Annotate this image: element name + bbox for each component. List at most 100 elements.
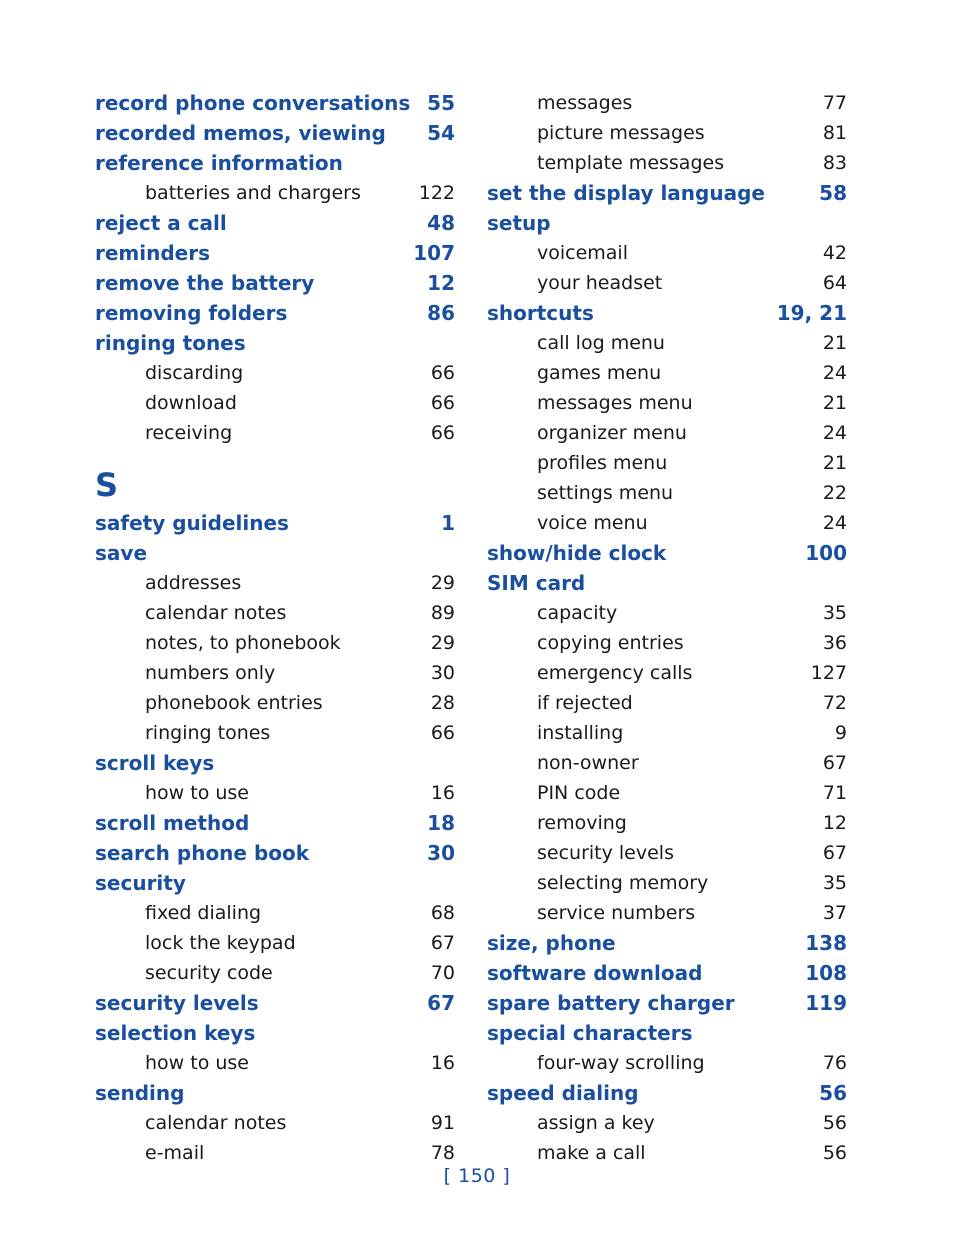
index-entry-page-number: 35	[822, 602, 847, 624]
dot-leader	[621, 934, 804, 950]
index-entry-sub[interactable]: fixed dialing 68	[95, 898, 455, 928]
dot-leader	[660, 1113, 821, 1129]
index-entry-sub[interactable]: copying entries 36	[487, 628, 847, 658]
index-entry-page-number: 67	[430, 932, 455, 954]
index-entry-sub[interactable]: receiving 66	[95, 418, 455, 448]
index-entry-label: lock the keypad	[145, 932, 296, 954]
index-entry-sub[interactable]: messages menu 21	[487, 388, 847, 418]
index-entry-page-number: 56	[822, 1112, 847, 1134]
index-entry-sub[interactable]: selecting memory 35	[487, 868, 847, 898]
index-entry-page-number: 119	[805, 991, 847, 1015]
index-entry-main[interactable]: scroll method 18	[95, 808, 455, 838]
index-entry-sub[interactable]: messages 77	[487, 88, 847, 118]
index-entry-main[interactable]: reference information	[95, 148, 455, 178]
index-entry-sub[interactable]: how to use 16	[95, 778, 455, 808]
index-entry-main[interactable]: set the display language 58	[487, 178, 847, 208]
index-entry-page-number: 77	[822, 92, 847, 114]
index-entry-page-number: 56	[819, 1081, 847, 1105]
index-entry-sub[interactable]: calendar notes 91	[95, 1108, 455, 1138]
index-entry-main[interactable]: show/hide clock 100	[487, 538, 847, 568]
dot-leader	[666, 363, 821, 379]
index-entry-sub[interactable]: batteries and chargers 122	[95, 178, 455, 208]
index-entry-main[interactable]: removing folders 86	[95, 298, 455, 328]
index-column-right: messages 77 picture messages 81 template mes…	[487, 88, 847, 1168]
index-entry-sub[interactable]: ringing tones 66	[95, 718, 455, 748]
index-entry-label: numbers only	[145, 662, 276, 684]
index-entry-main[interactable]: speed dialing 56	[487, 1078, 847, 1108]
dot-leader	[291, 603, 428, 619]
index-entry-main[interactable]: spare battery charger 119	[487, 988, 847, 1018]
index-entry-label: search phone book	[95, 841, 310, 865]
index-entry-sub[interactable]: profiles menu 21	[487, 448, 847, 478]
index-entry-sub[interactable]: addresses 29	[95, 568, 455, 598]
index-entry-sub[interactable]: four-way scrolling 76	[487, 1048, 847, 1078]
index-entry-page-number: 55	[427, 91, 455, 115]
index-entry-sub[interactable]: picture messages 81	[487, 118, 847, 148]
index-entry-sub[interactable]: capacity 35	[487, 598, 847, 628]
index-entry-sub[interactable]: assign a key 56	[487, 1108, 847, 1138]
index-entry-main[interactable]: SIM card	[487, 568, 847, 598]
index-entry-main[interactable]: special characters	[487, 1018, 847, 1048]
index-entry-sub[interactable]: phonebook entries 28	[95, 688, 455, 718]
index-entry-label: security levels	[537, 842, 674, 864]
index-entry-main[interactable]: reminders 107	[95, 238, 455, 268]
dot-leader	[191, 874, 453, 890]
index-entry-sub[interactable]: numbers only 30	[95, 658, 455, 688]
index-entry-sub[interactable]: emergency calls 127	[487, 658, 847, 688]
index-entry-main[interactable]: size, phone 138	[487, 928, 847, 958]
index-entry-sub[interactable]: service numbers 37	[487, 898, 847, 928]
index-entry-sub[interactable]: calendar notes 89	[95, 598, 455, 628]
index-entry-sub[interactable]: voice menu 24	[487, 508, 847, 538]
index-entry-sub[interactable]: how to use 16	[95, 1048, 455, 1078]
index-entry-main[interactable]: safety guidelines 1	[95, 508, 455, 538]
index-entry-main[interactable]: setup	[487, 208, 847, 238]
index-entry-sub[interactable]: voicemail 42	[487, 238, 847, 268]
index-entry-main[interactable]: reject a call 48	[95, 208, 455, 238]
dot-leader	[670, 333, 821, 349]
index-entry-main[interactable]: security	[95, 868, 455, 898]
index-entry-sub[interactable]: security code 70	[95, 958, 455, 988]
index-entry-main[interactable]: shortcuts 19, 21	[487, 298, 847, 328]
index-entry-page-number: 12	[427, 271, 455, 295]
index-entry-sub[interactable]: download 66	[95, 388, 455, 418]
index-entry-main[interactable]: ringing tones	[95, 328, 455, 358]
index-entry-sub[interactable]: PIN code 71	[487, 778, 847, 808]
index-entry-sub[interactable]: notes, to phonebook 29	[95, 628, 455, 658]
index-entry-sub[interactable]: games menu 24	[487, 358, 847, 388]
index-entry-sub[interactable]: organizer menu 24	[487, 418, 847, 448]
index-entry-sub[interactable]: removing 12	[487, 808, 847, 838]
index-entry-sub[interactable]: settings menu 22	[487, 478, 847, 508]
index-entry-main[interactable]: remove the battery 12	[95, 268, 455, 298]
index-entry-page-number: 30	[427, 841, 455, 865]
index-entry-main[interactable]: save	[95, 538, 455, 568]
index-entry-main[interactable]: selection keys	[95, 1018, 455, 1048]
index-entry-label: notes, to phonebook	[145, 632, 341, 654]
index-entry-sub[interactable]: if rejected 72	[487, 688, 847, 718]
index-entry-main[interactable]: record phone conversations 55	[95, 88, 455, 118]
index-entry-sub[interactable]: installing 9	[487, 718, 847, 748]
index-page: record phone conversations 55 recorded mem…	[0, 0, 954, 1248]
index-entry-main[interactable]: search phone book 30	[95, 838, 455, 868]
index-entry-sub[interactable]: lock the keypad 67	[95, 928, 455, 958]
index-entry-label: voicemail	[537, 242, 628, 264]
index-entry-sub[interactable]: your headset 64	[487, 268, 847, 298]
index-entry-main[interactable]: recorded memos, viewing 54	[95, 118, 455, 148]
index-entry-page-number: 22	[822, 482, 847, 504]
index-entry-sub[interactable]: discarding 66	[95, 358, 455, 388]
index-entry-sub[interactable]: security levels 67	[487, 838, 847, 868]
dot-leader	[215, 244, 411, 260]
index-entry-main[interactable]: software download 108	[487, 958, 847, 988]
index-entry-sub[interactable]: make a call 56	[487, 1138, 847, 1168]
dot-leader	[710, 1053, 821, 1069]
index-entry-main[interactable]: security levels 67	[95, 988, 455, 1018]
index-entry-main[interactable]: scroll keys	[95, 748, 455, 778]
index-entry-sub[interactable]: non-owner 67	[487, 748, 847, 778]
index-entry-main[interactable]: sending	[95, 1078, 455, 1108]
dot-leader	[644, 1084, 818, 1100]
index-entry-sub[interactable]: template messages 83	[487, 148, 847, 178]
dot-leader	[328, 693, 429, 709]
index-entry-sub[interactable]: call log menu 21	[487, 328, 847, 358]
index-entry-label: if rejected	[537, 692, 633, 714]
index-entry-sub[interactable]: e-mail 78	[95, 1138, 455, 1168]
index-entry-page-number: 76	[822, 1052, 847, 1074]
